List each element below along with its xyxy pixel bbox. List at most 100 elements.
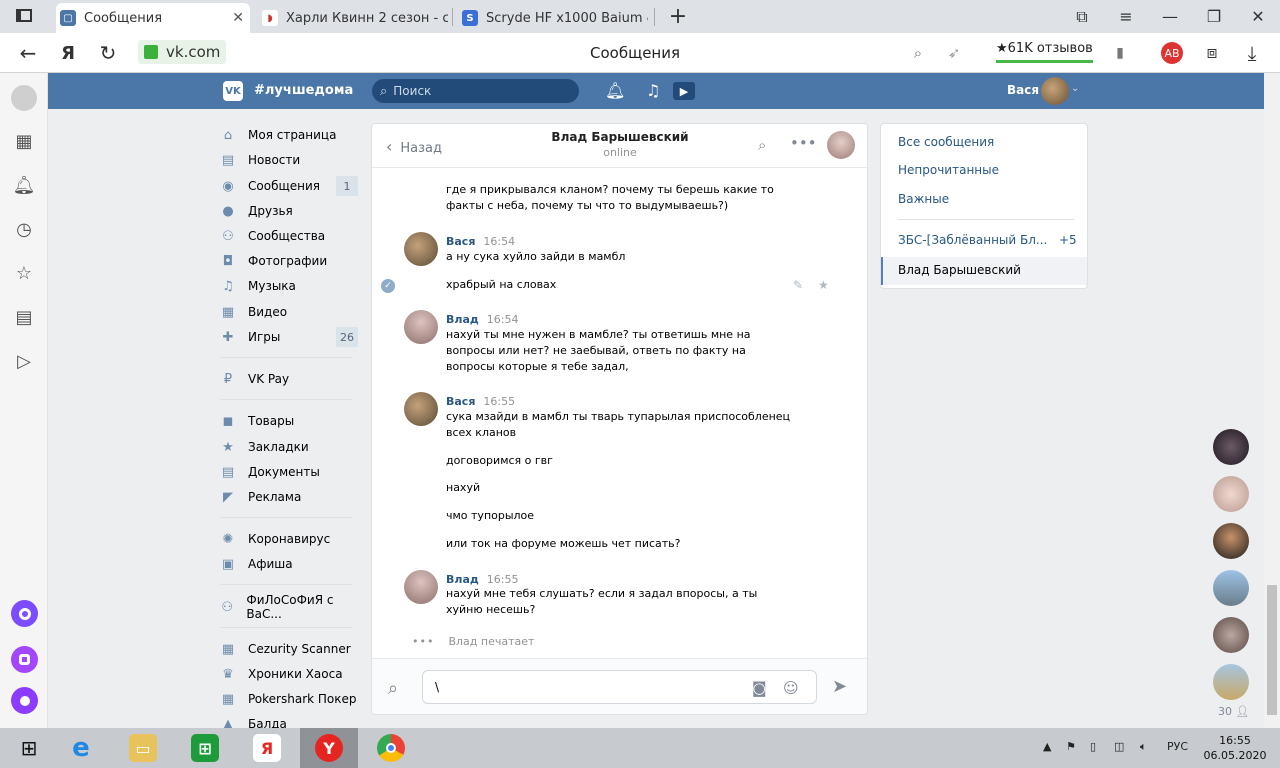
alice-music-icon[interactable]: [11, 646, 38, 673]
start-button[interactable]: ⊞: [0, 728, 58, 768]
chevron-down-icon[interactable]: ⌄: [1071, 83, 1079, 94]
music-icon[interactable]: ♫: [646, 81, 660, 100]
author-name[interactable]: Вася: [446, 235, 475, 248]
friend-avatar[interactable]: [1213, 429, 1249, 465]
search-page-icon[interactable]: ⌕: [898, 33, 938, 73]
clock[interactable]: 16:55 06.05.2020: [1200, 733, 1270, 763]
avatar[interactable]: [404, 392, 438, 426]
edit-icon[interactable]: ✎: [793, 278, 803, 292]
tray-usb-icon[interactable]: ▯: [1090, 740, 1096, 753]
menu-item-pokershark[interactable]: ▦ Pokershark Покер: [220, 688, 360, 710]
ie-task[interactable]: e: [52, 728, 110, 768]
new-tab-button[interactable]: +: [656, 0, 700, 33]
yandex-browser-task[interactable]: Y: [300, 728, 358, 768]
menu-item-news[interactable]: ▤ Новости: [220, 149, 360, 171]
user-name[interactable]: Вася: [1007, 83, 1039, 97]
peer-name[interactable]: Влад Барышевский: [522, 130, 718, 144]
menu-item-games[interactable]: ✚ Игры 26: [220, 326, 360, 348]
bookmark-flag-icon[interactable]: ▮: [1100, 33, 1140, 73]
menu-item-afisha[interactable]: ▣ Афиша: [220, 553, 360, 575]
explorer-task[interactable]: ▭: [114, 728, 172, 768]
alice-icon[interactable]: [11, 600, 38, 627]
menu-item-music[interactable]: ♫ Музыка: [220, 275, 360, 297]
close-tab-icon[interactable]: ✕: [232, 10, 244, 26]
attach-icon[interactable]: ⌕: [388, 678, 398, 699]
more-icon[interactable]: •••: [790, 134, 817, 152]
filter-important[interactable]: Важные: [898, 192, 949, 206]
browser-menu-icon[interactable]: ≡: [1104, 0, 1148, 33]
filter-all[interactable]: Все сообщения: [898, 135, 994, 149]
friends-online-count[interactable]: 30 👤︎: [1218, 705, 1249, 718]
menu-item-philosophy-group[interactable]: ⚇ ФиЛоСоФиЯ с ВаС...: [220, 593, 360, 621]
restore-icon[interactable]: ❐: [1192, 0, 1236, 33]
filter-unread[interactable]: Непрочитанные: [898, 163, 999, 177]
friend-avatar[interactable]: [1213, 617, 1249, 653]
apps-grid-icon[interactable]: ▦: [12, 129, 36, 153]
network-icon[interactable]: ◫: [1114, 740, 1124, 753]
store-task[interactable]: ⊞: [176, 728, 234, 768]
extensions-icon[interactable]: ⧈: [1192, 33, 1232, 73]
avatar[interactable]: [404, 570, 438, 604]
menu-item-friends[interactable]: ● Друзья: [220, 200, 360, 222]
star-icon[interactable]: ★: [818, 278, 829, 292]
profile-avatar-icon[interactable]: [11, 85, 37, 111]
tabs-menu-icon[interactable]: [16, 9, 32, 22]
vk-logo-icon[interactable]: VK: [223, 81, 243, 101]
conversation-active[interactable]: Влад Барышевский: [881, 257, 1087, 285]
bell-icon[interactable]: 🔔︎: [12, 173, 36, 197]
play-icon[interactable]: ▷: [12, 349, 36, 373]
selected-check-icon[interactable]: ✓: [381, 279, 395, 293]
tray-expand-icon[interactable]: ▲: [1043, 740, 1051, 753]
avatar[interactable]: [404, 232, 438, 266]
author-name[interactable]: Влад: [446, 573, 479, 586]
notifications-icon[interactable]: 🔔︎: [605, 81, 625, 100]
menu-item-chaos[interactable]: ♛ Хроники Хаоса: [220, 663, 360, 685]
play-music-icon[interactable]: ▶: [673, 82, 695, 100]
chrome-task[interactable]: [362, 728, 420, 768]
star-icon[interactable]: ☆: [12, 261, 36, 285]
back-arrow-icon[interactable]: ←: [8, 33, 48, 73]
scrollbar-thumb[interactable]: [1267, 585, 1277, 715]
url-field[interactable]: vk.com: [138, 40, 227, 64]
vk-tagline[interactable]: #лучшедома: [254, 83, 353, 98]
adblock-icon[interactable]: AB: [1152, 33, 1192, 73]
peer-avatar[interactable]: [827, 131, 855, 159]
avatar[interactable]: [404, 310, 438, 344]
window-close-icon[interactable]: ✕: [1236, 0, 1280, 33]
menu-item-ads[interactable]: ◤ Реклама: [220, 486, 360, 508]
send-icon[interactable]: ➤: [832, 676, 847, 697]
rocket-icon[interactable]: ➶: [934, 33, 974, 73]
menu-item-my-page[interactable]: ⌂ Моя страница: [220, 124, 360, 146]
back-button[interactable]: ‹ Назад: [386, 137, 442, 156]
vk-search-input[interactable]: [393, 84, 564, 98]
page-scrollbar[interactable]: [1264, 73, 1280, 728]
minimize-icon[interactable]: —: [1148, 0, 1192, 33]
language-indicator[interactable]: РУС: [1167, 740, 1188, 753]
author-name[interactable]: Вася: [446, 395, 475, 408]
menu-item-documents[interactable]: ▤ Документы: [220, 461, 360, 483]
download-icon[interactable]: ⤓: [1232, 33, 1272, 73]
author-name[interactable]: Влад: [446, 313, 479, 326]
tab-scryde[interactable]: S Scryde HF x1000 Baium & A: [458, 3, 648, 33]
camera-icon[interactable]: ◙: [752, 679, 767, 697]
menu-item-groups[interactable]: ⚇ Сообщества: [220, 225, 360, 247]
reviews-badge[interactable]: ★61K отзывов: [996, 41, 1093, 63]
history-icon[interactable]: ◷: [12, 217, 36, 241]
tab-messages[interactable]: ▢ Сообщения ✕: [56, 3, 250, 33]
volume-icon[interactable]: 🔈︎: [1140, 740, 1147, 754]
alice-home-icon[interactable]: [11, 687, 38, 714]
reload-icon[interactable]: ↻: [88, 33, 128, 73]
menu-item-coronavirus[interactable]: ✺ Коронавирус: [220, 528, 360, 550]
menu-item-video[interactable]: ▦ Видео: [220, 301, 360, 323]
friend-avatar[interactable]: [1213, 476, 1249, 512]
yandex-task[interactable]: Я: [238, 728, 296, 768]
menu-item-cezurity[interactable]: ▦ Cezurity Scanner: [220, 638, 360, 660]
tab-harley[interactable]: ◗ Харли Квинн 2 сезон - смо: [258, 3, 448, 33]
menu-item-messages[interactable]: ◉ Сообщения 1: [220, 175, 360, 197]
collections-icon[interactable]: ▤: [12, 305, 36, 329]
tray-flag-icon[interactable]: ⚑: [1066, 740, 1076, 753]
search-icon[interactable]: ⌕: [758, 136, 766, 154]
vk-search-box[interactable]: ⌕: [372, 79, 579, 103]
emoji-icon[interactable]: ☺: [783, 679, 799, 697]
bookmarks-window-icon[interactable]: ⧉: [1060, 0, 1104, 33]
